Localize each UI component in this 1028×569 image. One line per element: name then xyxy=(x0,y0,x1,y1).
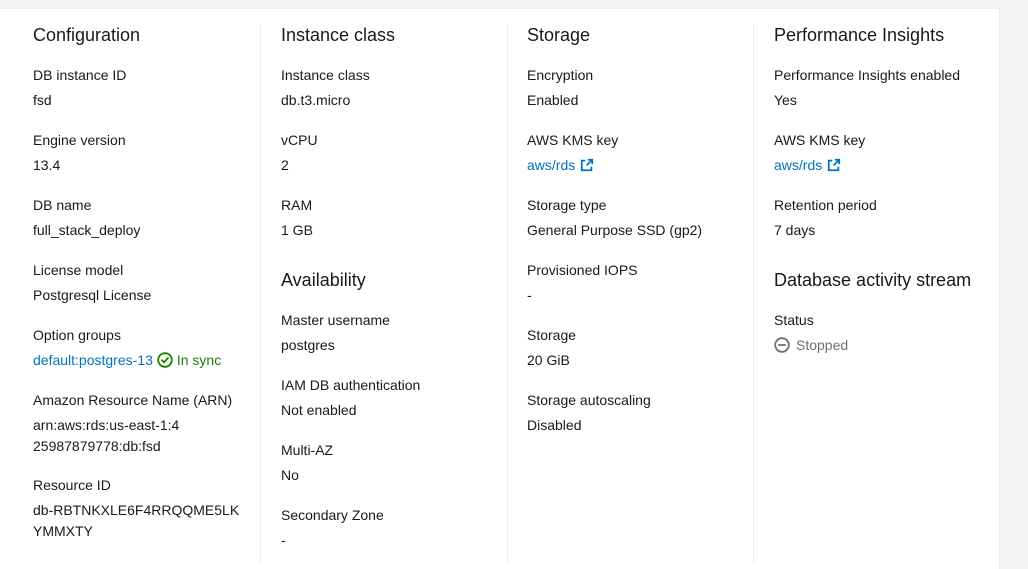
resource-id-label: Resource ID xyxy=(33,477,111,493)
retention-period-label: Retention period xyxy=(774,197,877,213)
storage-type-label: Storage type xyxy=(527,197,607,213)
db-instance-id-value: fsd xyxy=(33,92,52,108)
option-group-link[interactable]: default:postgres-13 xyxy=(33,350,153,370)
resource-id-value: db-RBTNKXLE6F4RRQQME5LKYMMXTY xyxy=(33,502,240,539)
ram-label: RAM xyxy=(281,197,313,213)
pi-enabled-label: Performance Insights enabled xyxy=(774,67,960,83)
storage-kms-key-link[interactable]: aws/rds xyxy=(527,155,594,175)
pi-kms-key-link-text: aws/rds xyxy=(774,157,823,173)
activity-stream-status-label: Status xyxy=(774,312,814,328)
arn-label: Amazon Resource Name (ARN) xyxy=(33,392,233,408)
instance-class-value: db.t3.micro xyxy=(281,92,351,108)
option-groups-value: default:postgres-13 In sync xyxy=(33,350,221,370)
instance-class-title: Instance class xyxy=(281,25,396,45)
pi-kms-key-label: AWS KMS key xyxy=(774,132,866,148)
encryption-value: Enabled xyxy=(527,92,579,108)
license-model-label: License model xyxy=(33,262,124,278)
license-model-value: Postgresql License xyxy=(33,287,152,303)
storage-kms-key-link-text: aws/rds xyxy=(527,157,576,173)
vcpu-value: 2 xyxy=(281,157,289,173)
engine-version-label: Engine version xyxy=(33,132,126,148)
availability-title: Availability xyxy=(281,270,366,290)
vcpu-label: vCPU xyxy=(281,132,318,148)
master-username-value: postgres xyxy=(281,337,335,353)
activity-stream-status-value: Stopped xyxy=(774,335,848,358)
instance-class-label: Instance class xyxy=(281,67,370,83)
pi-enabled-value: Yes xyxy=(774,92,797,108)
secondary-zone-label: Secondary Zone xyxy=(281,507,384,523)
option-groups-label: Option groups xyxy=(33,327,121,343)
column-divider xyxy=(753,24,754,564)
iam-auth-label: IAM DB authentication xyxy=(281,377,421,393)
master-username-label: Master username xyxy=(281,312,390,328)
db-instance-id-label: DB instance ID xyxy=(33,67,127,83)
external-link-icon xyxy=(581,158,594,172)
stopped-status: Stopped xyxy=(774,335,848,355)
storage-size-label: Storage xyxy=(527,327,577,343)
stopped-icon xyxy=(774,337,790,353)
storage-title: Storage xyxy=(527,25,591,45)
arn-value: arn:aws:rds:us-east-1:425987879778:db:fs… xyxy=(33,417,180,454)
secondary-zone-value: - xyxy=(281,532,286,548)
multi-az-value: No xyxy=(281,467,299,483)
performance-insights-title: Performance Insights xyxy=(774,25,945,45)
check-circle-icon xyxy=(157,352,173,368)
multi-az-label: Multi-AZ xyxy=(281,442,334,458)
iam-auth-value: Not enabled xyxy=(281,402,357,418)
db-name-value: full_stack_deploy xyxy=(33,222,141,238)
column-divider xyxy=(260,24,261,564)
db-name-label: DB name xyxy=(33,197,92,213)
option-group-status-text: In sync xyxy=(176,352,222,368)
encryption-label: Encryption xyxy=(527,67,594,83)
storage-autoscaling-value: Disabled xyxy=(527,417,582,433)
storage-autoscaling-label: Storage autoscaling xyxy=(527,392,651,408)
configuration-details-panel: Configuration DB instance ID fsd Engine … xyxy=(0,8,1000,569)
external-link-icon xyxy=(828,158,841,172)
pi-kms-key-link[interactable]: aws/rds xyxy=(774,155,841,175)
configuration-title: Configuration xyxy=(33,25,141,45)
storage-kms-key-label: AWS KMS key xyxy=(527,132,619,148)
provisioned-iops-value: - xyxy=(527,287,532,303)
storage-type-value: General Purpose SSD (gp2) xyxy=(527,222,703,238)
ram-value: 1 GB xyxy=(281,222,313,238)
retention-period-value: 7 days xyxy=(774,222,816,238)
provisioned-iops-label: Provisioned IOPS xyxy=(527,262,638,278)
storage-kms-key-value: aws/rds xyxy=(527,155,594,175)
storage-size-value: 20 GiB xyxy=(527,352,570,368)
column-divider xyxy=(507,24,508,564)
stopped-status-text: Stopped xyxy=(796,337,849,353)
pi-kms-key-value: aws/rds xyxy=(774,155,841,175)
activity-stream-title: Database activity stream xyxy=(774,270,972,290)
engine-version-value: 13.4 xyxy=(33,157,61,173)
option-group-status: In sync xyxy=(157,350,221,370)
